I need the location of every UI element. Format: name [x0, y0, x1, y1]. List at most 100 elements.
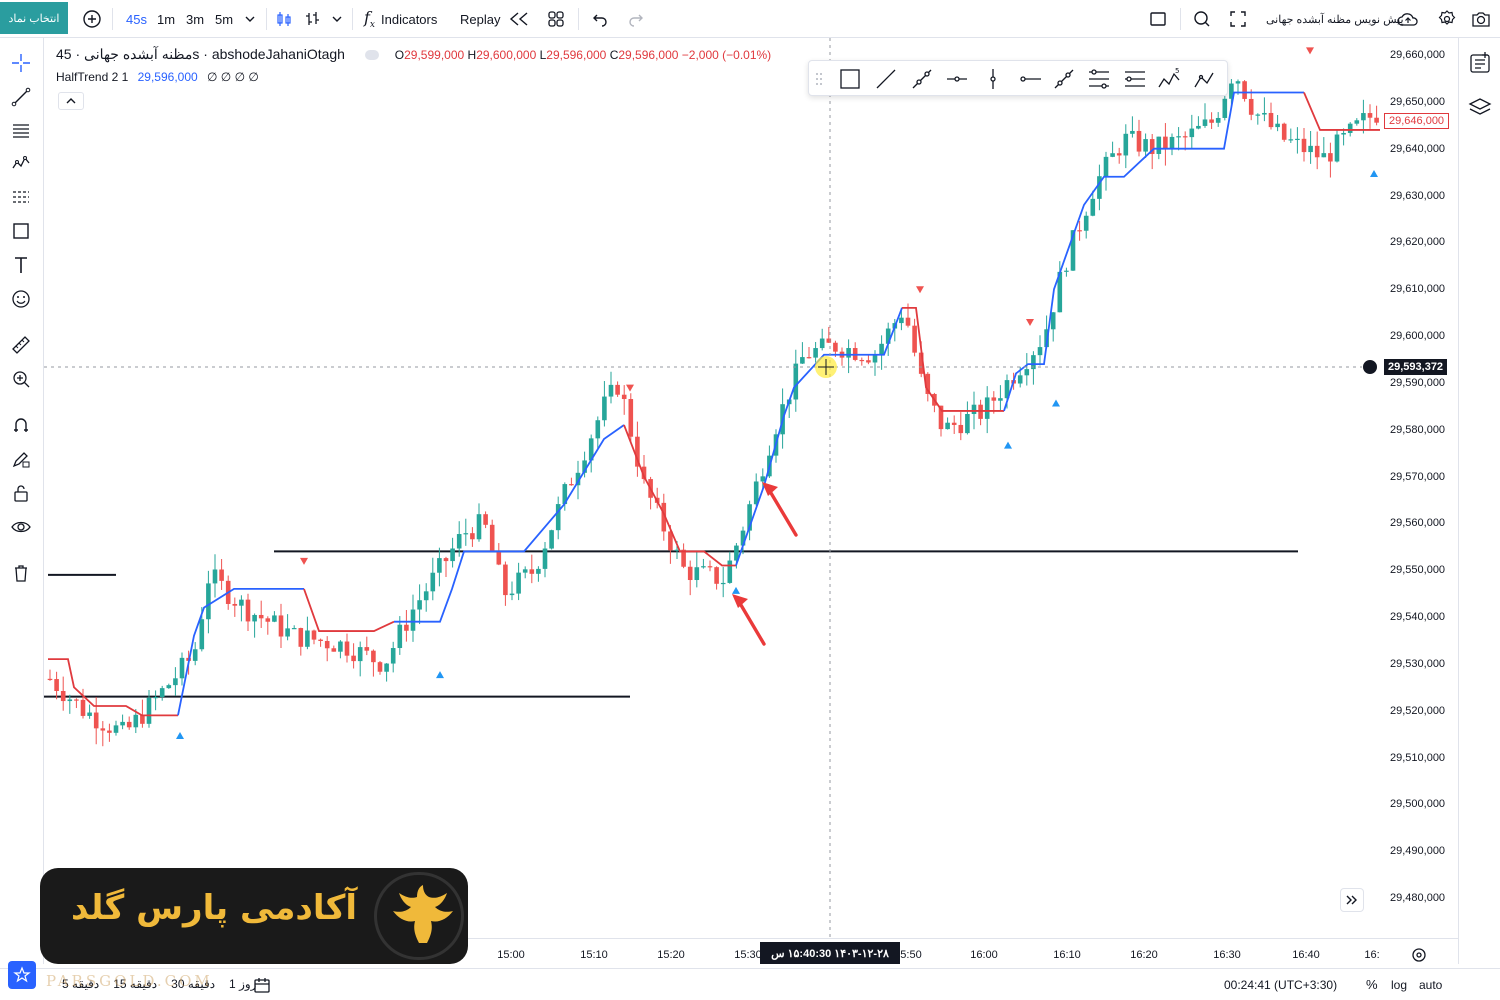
ruler-icon[interactable] [8, 332, 34, 358]
price-chart[interactable] [44, 38, 1380, 938]
percent-toggle[interactable]: % [1366, 977, 1378, 992]
drawing-floating-toolbar: 5 [808, 60, 1228, 96]
chevron-down-icon[interactable] [331, 0, 343, 38]
candle [344, 633, 350, 663]
emoji-icon[interactable] [8, 286, 34, 312]
fib-lines-icon[interactable] [8, 118, 34, 144]
candles-icon[interactable] [274, 0, 294, 38]
pencil-lock-icon[interactable] [8, 446, 34, 472]
chevron-up-icon [66, 98, 76, 104]
candle [800, 342, 805, 364]
rectangle-icon[interactable] [8, 218, 34, 244]
trash-icon[interactable] [8, 560, 34, 586]
candle [371, 649, 376, 677]
time-tick-label: 15:00 [497, 949, 525, 961]
legend-toggle-icon[interactable] [364, 50, 379, 61]
chevron-down-icon[interactable] [244, 0, 256, 38]
cloud-icon[interactable] [1396, 0, 1420, 38]
quick-search-icon[interactable] [1192, 0, 1212, 38]
candle [192, 642, 198, 666]
candle [357, 641, 363, 677]
symbol-title[interactable]: مظنه آبشده جهانی · 45s · abshodeJahaniOt… [56, 46, 345, 62]
eye-icon[interactable] [8, 514, 34, 540]
buy-marker [1004, 441, 1012, 449]
horizontal-lines[interactable] [44, 550, 1298, 698]
text-icon[interactable] [8, 252, 34, 278]
draft-title[interactable]: پیش نویس مظنه آبشده جهانی [1266, 0, 1404, 38]
expand-icon[interactable] [1228, 0, 1248, 38]
price-tick-label: 29,480,000 [1390, 892, 1446, 904]
settings-icon[interactable] [1437, 0, 1457, 38]
indicators-button[interactable]: fx Indicators [364, 0, 437, 38]
bar-style-icon[interactable] [303, 0, 323, 38]
time-axis-settings-icon[interactable] [1410, 946, 1428, 964]
watchlist-icon[interactable] [1467, 50, 1493, 76]
indicator-value: 29,596,000 [137, 70, 198, 84]
replay-button[interactable]: Replay [460, 0, 530, 38]
zoom-in-icon[interactable] [8, 366, 34, 392]
log-toggle[interactable]: log [1391, 978, 1407, 992]
price-tick-label: 29,620,000 [1390, 236, 1446, 249]
lock-icon[interactable] [8, 480, 34, 506]
price-tick-label: 29,570,000 [1390, 470, 1446, 483]
magnet-icon[interactable] [8, 412, 34, 438]
time-tick-label: 16:40 [1292, 949, 1320, 961]
candle [839, 347, 845, 366]
layout-grid-icon[interactable] [546, 0, 566, 38]
select-symbol-button[interactable]: انتخاب نماد [0, 2, 68, 34]
candle [1083, 211, 1089, 239]
sell-marker [300, 557, 308, 565]
pattern-icon[interactable] [8, 150, 34, 176]
interval-5m[interactable]: 5m [215, 0, 233, 38]
line-tool-icon [876, 69, 896, 89]
price-tick-label: 29,510,000 [1390, 751, 1446, 764]
candle [522, 566, 528, 579]
layers-icon[interactable] [1467, 94, 1493, 120]
candle [542, 541, 548, 578]
candle [1189, 114, 1195, 150]
candle [714, 566, 719, 590]
candle [265, 616, 271, 635]
crosshair-add-icon[interactable] [1362, 359, 1378, 376]
candle [107, 723, 112, 742]
price-tick-label: 29,520,000 [1390, 704, 1446, 717]
trend-line-icon[interactable] [8, 84, 34, 110]
candle [1123, 124, 1129, 169]
candle [727, 551, 733, 584]
indicator-name[interactable]: HalfTrend 2 1 [56, 70, 128, 84]
camera-icon[interactable] [1470, 0, 1492, 38]
crosshair-icon[interactable] [8, 50, 34, 76]
interval-3m[interactable]: 3m [186, 0, 204, 38]
projection-icon[interactable] [8, 184, 34, 210]
sell-marker [916, 286, 924, 294]
price-tick-label: 29,560,000 [1390, 517, 1446, 530]
candle [258, 600, 264, 628]
collapse-legend-button[interactable] [58, 92, 84, 110]
undo-icon[interactable] [591, 0, 609, 38]
candles [47, 79, 1379, 747]
star-icon[interactable] [8, 961, 36, 989]
candle [291, 625, 297, 630]
bottom-bar: روز 1 دقیقه 30 دقیقه 15 دقیقه 5 00:24:41… [0, 961, 1500, 1000]
add-symbol-icon[interactable] [82, 0, 102, 38]
trading-app: انتخاب نماد 45s 1m 3m 5m fx Indicators R… [0, 0, 1500, 1000]
candle [965, 401, 970, 435]
close-value: 29,596,000 [618, 48, 679, 62]
clock-label[interactable]: 00:24:41 (UTC+3:30) [1224, 978, 1337, 992]
red-arrow-lower-head [732, 594, 748, 608]
scroll-right-button[interactable] [1340, 888, 1364, 912]
candle [879, 335, 884, 370]
fullscreen-box-icon[interactable] [1148, 0, 1168, 38]
redo-icon[interactable] [627, 0, 645, 38]
calendar-icon[interactable] [252, 975, 272, 995]
candle [476, 503, 482, 542]
interval-45s[interactable]: 45s [126, 0, 147, 38]
price-scale[interactable]: 29,660,000 29,650,000 29,640,000 29,630,000… [1362, 38, 1458, 938]
interval-1m[interactable]: 1m [157, 0, 175, 38]
auto-toggle[interactable]: auto [1419, 978, 1442, 992]
candle [529, 554, 535, 584]
time-tick-label: 16:30 [1213, 949, 1241, 961]
change-value: −2,000 (−0.01%) [681, 48, 772, 62]
price-tick-label: 29,610,000 [1390, 283, 1446, 296]
price-tick-label: 29,600,000 [1390, 330, 1446, 342]
